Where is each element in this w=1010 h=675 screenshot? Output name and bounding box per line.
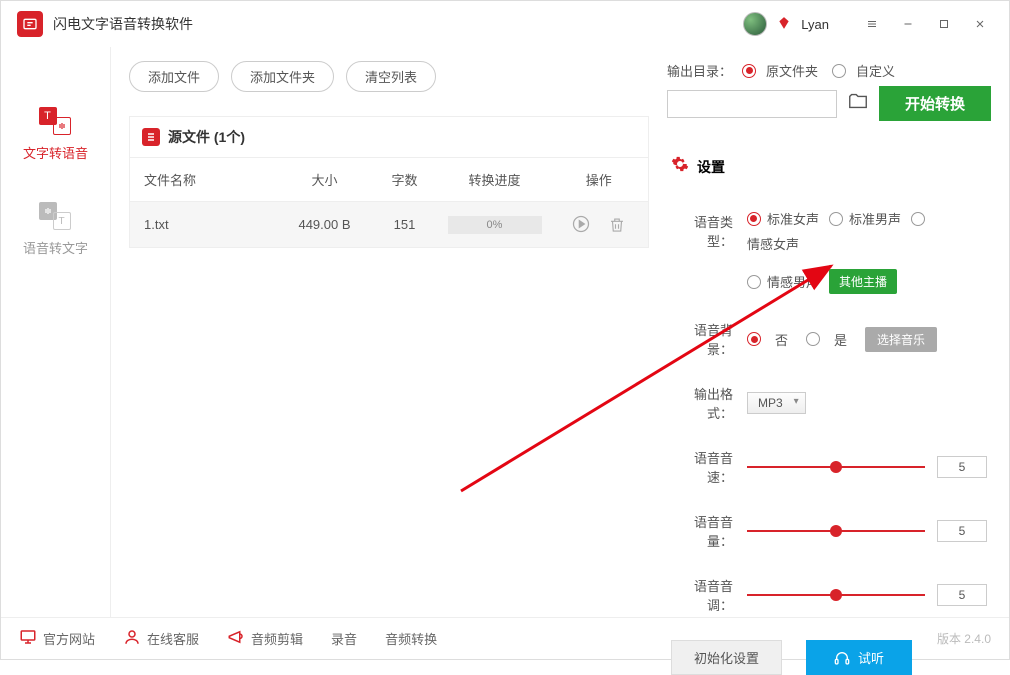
col-name: 文件名称 <box>130 158 280 202</box>
wave-icon <box>53 117 71 135</box>
voice-type-label: 语音类型： <box>671 212 733 250</box>
sidebar-item-label: 语音转文字 <box>23 238 88 257</box>
pitch-label: 语音音调： <box>671 576 733 614</box>
version-label: 版本 2.4.0 <box>937 630 991 647</box>
table-row[interactable]: 1.txt 449.00 B 151 0% <box>130 202 649 248</box>
footer-convert[interactable]: 音频转换 <box>385 629 437 648</box>
col-progress: 转换进度 <box>440 158 550 202</box>
radio-voice-0[interactable] <box>747 212 761 226</box>
pitch-value[interactable]: 5 <box>937 584 987 606</box>
source-title: 源文件 (1个) <box>168 127 245 147</box>
radio-source-folder[interactable] <box>742 64 756 78</box>
megaphone-icon <box>227 628 245 649</box>
sidebar-item-label: 文字转语音 <box>23 143 88 162</box>
vip-icon <box>777 16 791 33</box>
settings-title: 设置 <box>697 157 725 177</box>
volume-slider[interactable] <box>747 530 925 532</box>
speed-slider[interactable] <box>747 466 925 468</box>
col-chars: 字数 <box>370 158 440 202</box>
output-label: 输出目录： <box>667 61 732 80</box>
footer-audio-edit[interactable]: 音频剪辑 <box>227 628 303 649</box>
sidebar-item-stt[interactable]: T 语音转文字 <box>1 182 110 277</box>
menu-icon[interactable] <box>859 11 885 37</box>
pitch-slider[interactable] <box>747 594 925 596</box>
output-path-input[interactable] <box>667 90 837 118</box>
username[interactable]: Lyan <box>801 17 829 32</box>
progress-bar: 0% <box>448 216 542 234</box>
play-icon[interactable] <box>569 212 593 236</box>
clear-list-button[interactable]: 清空列表 <box>346 61 436 92</box>
cell-name: 1.txt <box>130 202 280 248</box>
col-size: 大小 <box>280 158 370 202</box>
radio-bg-no[interactable] <box>747 332 761 346</box>
footer-site[interactable]: 官方网站 <box>19 628 95 649</box>
maximize-button[interactable] <box>931 11 957 37</box>
footer-service[interactable]: 在线客服 <box>123 628 199 649</box>
format-label: 输出格式： <box>671 384 733 422</box>
radio-custom-label: 自定义 <box>856 61 895 80</box>
browse-folder-icon[interactable] <box>847 90 869 117</box>
radio-source-label: 原文件夹 <box>766 61 818 80</box>
file-table: 文件名称 大小 字数 转换进度 操作 1.txt 449.00 B 151 0% <box>129 157 649 248</box>
volume-label: 语音音量： <box>671 512 733 550</box>
add-folder-button[interactable]: 添加文件夹 <box>231 61 334 92</box>
app-logo <box>17 11 43 37</box>
select-music-button[interactable]: 选择音乐 <box>865 327 937 352</box>
gear-icon <box>671 155 689 178</box>
bg-label: 语音背景： <box>671 320 733 358</box>
add-file-button[interactable]: 添加文件 <box>129 61 219 92</box>
minimize-button[interactable] <box>895 11 921 37</box>
app-title: 闪电文字语音转换软件 <box>53 14 743 34</box>
speed-value[interactable]: 5 <box>937 456 987 478</box>
source-icon <box>142 128 160 146</box>
start-convert-button[interactable]: 开始转换 <box>879 86 991 121</box>
cell-chars: 151 <box>370 202 440 248</box>
monitor-icon <box>19 628 37 649</box>
footer-record[interactable]: 录音 <box>331 629 357 648</box>
delete-icon[interactable] <box>605 213 629 237</box>
format-select[interactable]: MP3 <box>747 392 806 414</box>
volume-value[interactable]: 5 <box>937 520 987 542</box>
sidebar: T 文字转语音 T 语音转文字 <box>1 47 111 617</box>
radio-custom-folder[interactable] <box>832 64 846 78</box>
speed-label: 语音音速： <box>671 448 733 486</box>
footer: 官方网站 在线客服 音频剪辑 录音 音频转换 版本 2.4.0 <box>1 617 1009 659</box>
avatar[interactable] <box>743 12 767 36</box>
radio-voice-3[interactable] <box>747 275 761 289</box>
text-icon: T <box>53 212 71 230</box>
other-anchor-button[interactable]: 其他主播 <box>829 269 897 294</box>
radio-voice-1[interactable] <box>829 212 843 226</box>
cell-size: 449.00 B <box>280 202 370 248</box>
service-icon <box>123 628 141 649</box>
col-ops: 操作 <box>550 158 649 202</box>
radio-bg-yes[interactable] <box>806 332 820 346</box>
close-button[interactable] <box>967 11 993 37</box>
radio-voice-2[interactable] <box>911 212 925 226</box>
sidebar-item-tts[interactable]: T 文字转语音 <box>1 87 110 182</box>
